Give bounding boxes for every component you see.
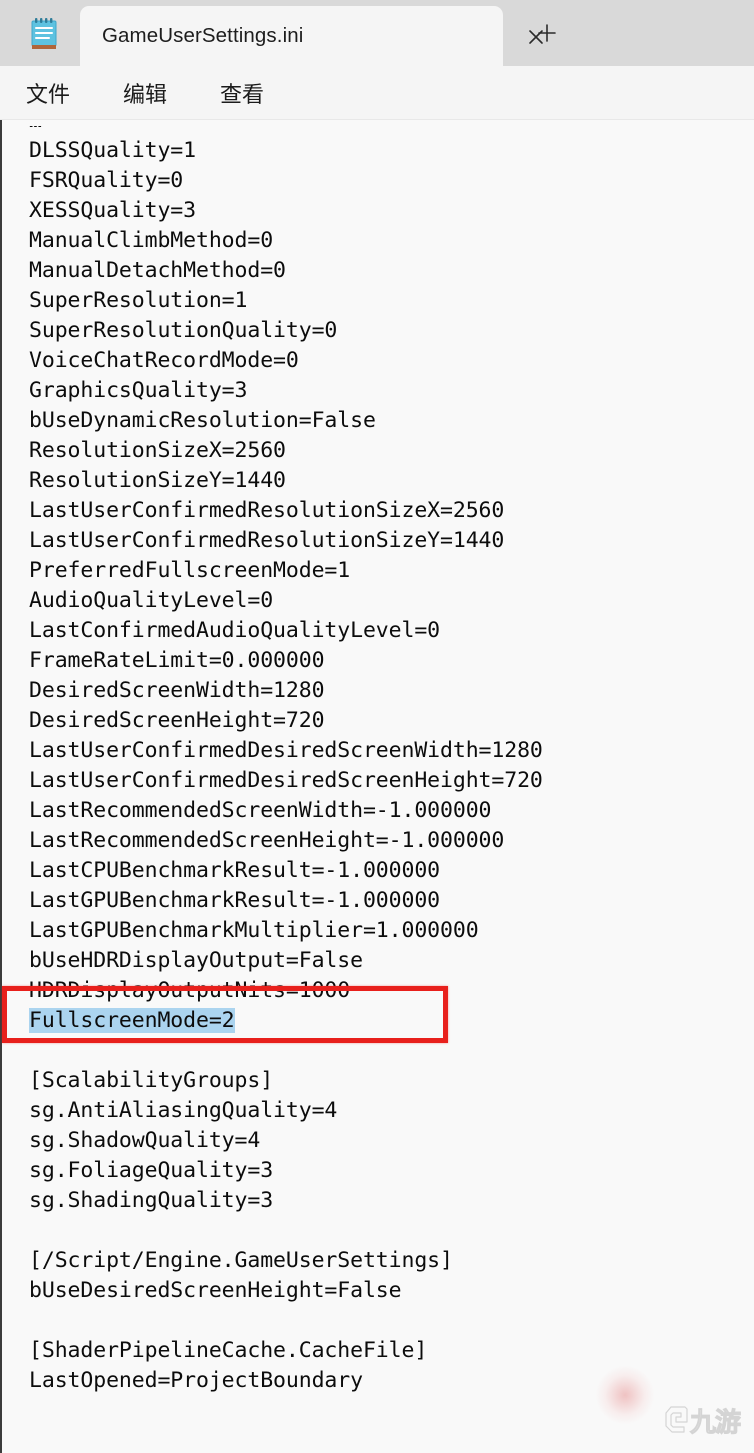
text-line[interactable]: bUseDynamicResolution=False <box>29 406 543 436</box>
text-line[interactable]: LastCPUBenchmarkResult=-1.000000 <box>29 856 543 886</box>
text-line[interactable]: sg.AntiAliasingQuality=4 <box>29 1096 543 1126</box>
text-line[interactable]: LastRecommendedScreenHeight=-1.000000 <box>29 826 543 856</box>
text-line[interactable]: LastUserConfirmedResolutionSizeY=1440 <box>29 526 543 556</box>
text-line[interactable]: sg.FoliageQuality=3 <box>29 1156 543 1186</box>
text-line[interactable]: LastUserConfirmedDesiredScreenWidth=1280 <box>29 736 543 766</box>
text-line[interactable]: SuperResolutionQuality=0 <box>29 316 543 346</box>
text-line[interactable]: DLSSQuality=1 <box>29 136 543 166</box>
text-line[interactable]: LastUserConfirmedDesiredScreenHeight=720 <box>29 766 543 796</box>
watermark-blob <box>596 1366 654 1424</box>
text-line[interactable] <box>29 1306 543 1336</box>
text-line[interactable]: [ScalabilityGroups] <box>29 1066 543 1096</box>
text-line[interactable]: bUseHDRDisplayOutput=False <box>29 946 543 976</box>
text-line[interactable]: bUseDesiredScreenHeight=False <box>29 1276 543 1306</box>
text-line[interactable]: DesiredScreenWidth=1280 <box>29 676 543 706</box>
notepad-icon <box>29 17 59 51</box>
text-line[interactable]: GraphicsQuality=3 <box>29 376 543 406</box>
text-line[interactable]: ResolutionSizeX=2560 <box>29 436 543 466</box>
text-line[interactable]: PreferredFullscreenMode=1 <box>29 556 543 586</box>
text-line[interactable]: ResolutionSizeY=1440 <box>29 466 543 496</box>
text-line[interactable]: VoiceChatRecordMode=0 <box>29 346 543 376</box>
text-line[interactable]: FSRQuality=0 <box>29 166 543 196</box>
annotation-highlight-box <box>2 986 448 1043</box>
text-line[interactable]: LastRecommendedScreenWidth=-1.000000 <box>29 796 543 826</box>
text-line[interactable]: LastConfirmedAudioQualityLevel=0 <box>29 616 543 646</box>
menu-file[interactable]: 文件 <box>26 77 70 109</box>
text-editor-area[interactable]: … DLSSQuality=1 FSRQuality=0 XESSQuality=3 M… <box>0 120 754 1453</box>
watermark-glyph-icon <box>664 1403 690 1438</box>
text-line[interactable]: ManualDetachMethod=0 <box>29 256 543 286</box>
text-line[interactable]: LastGPUBenchmarkResult=-1.000000 <box>29 886 543 916</box>
text-line[interactable]: AudioQualityLevel=0 <box>29 586 543 616</box>
text-line[interactable]: [/Script/Engine.GameUserSettings] <box>29 1246 543 1276</box>
text-line[interactable]: LastUserConfirmedResolutionSizeX=2560 <box>29 496 543 526</box>
text-line[interactable]: LastGPUBenchmarkMultiplier=1.000000 <box>29 916 543 946</box>
tab-gameusersettings[interactable]: GameUserSettings.ini <box>80 6 543 66</box>
text-line[interactable]: LastOpened=ProjectBoundary <box>29 1366 543 1396</box>
text-line[interactable]: sg.ShadingQuality=3 <box>29 1186 543 1216</box>
text-line[interactable]: ManualClimbMethod=0 <box>29 226 543 256</box>
plus-icon[interactable] <box>530 17 564 49</box>
text-line[interactable]: XESSQuality=3 <box>29 196 543 226</box>
top-clip-mask <box>2 120 754 126</box>
file-content[interactable]: … DLSSQuality=1 FSRQuality=0 XESSQuality=3 M… <box>29 120 543 1396</box>
menu-view[interactable]: 查看 <box>220 77 264 109</box>
menu-edit[interactable]: 编辑 <box>123 77 167 109</box>
text-line[interactable]: sg.ShadowQuality=4 <box>29 1126 543 1156</box>
text-line[interactable]: [ShaderPipelineCache.CacheFile] <box>29 1336 543 1366</box>
tab-title: GameUserSettings.ini <box>102 24 304 47</box>
text-line[interactable]: SuperResolution=1 <box>29 286 543 316</box>
watermark-logo: 九游 <box>664 1398 748 1444</box>
text-line[interactable] <box>29 1216 543 1246</box>
notepad-window: GameUserSettings.ini 文件 编辑 查看 … DLSSQual… <box>0 0 754 1453</box>
text-line[interactable]: DesiredScreenHeight=720 <box>29 706 543 736</box>
text-line[interactable]: FrameRateLimit=0.000000 <box>29 646 543 676</box>
menu-bar: 文件 编辑 查看 <box>0 66 754 120</box>
watermark-text: 九游 <box>689 1408 741 1439</box>
title-bar: GameUserSettings.ini <box>0 0 754 66</box>
